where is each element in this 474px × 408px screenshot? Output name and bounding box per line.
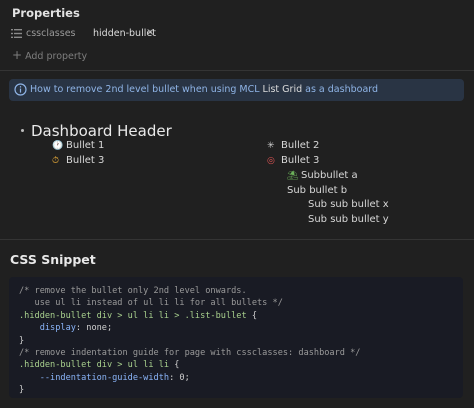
callout-link[interactable]: How to remove 2nd level bullet when usin… [30,84,378,95]
callout-link-text[interactable]: How to remove 2nd level bullet when usin… [30,84,263,95]
stopwatch-emoji-icon: ⏱ [52,156,60,166]
palm-tree-emoji-icon: ⛱ [287,171,299,181]
code-selector: .hidden-bullet div > ul li li [19,360,170,371]
callout-plain-text: List Grid [262,84,303,95]
divider [0,239,474,240]
property-key[interactable]: cssclasses [26,28,76,39]
add-property-button[interactable]: + Add property [12,48,87,62]
section-heading: CSS Snippet [10,252,96,267]
list-item: 🕐 Bullet 1 [52,140,105,151]
callout-link-text-2[interactable]: as a dashboard [302,84,378,95]
list-item: ✳ Bullet 2 [267,140,320,151]
divider [0,70,474,71]
code-property: display [39,323,76,334]
list-item: Sub sub bullet y [308,214,389,225]
code-comment: /* remove the bullet only 2nd level onwa… [19,286,247,296]
dashboard-header: Dashboard Header [31,122,172,140]
code-block[interactable]: /* remove the bullet only 2nd level onwa… [9,277,463,398]
clock-emoji-icon: 🕐 [52,141,64,151]
code-property: --indentation-guide-width [39,372,170,383]
code-comment: use ul li instead of ul li li for all bu… [19,298,283,309]
code-selector: .hidden-bullet div > ul li li > .list-bu… [19,310,247,321]
bullet-dot [21,129,24,132]
list-item: ⏱ Bullet 3 [52,155,105,166]
list-item: Sub bullet b [287,185,348,196]
list-item: ⛱ Subbullet a [287,170,358,181]
code-comment: /* remove indentation guide for page wit… [19,348,361,359]
list-icon [11,29,22,38]
add-property-label: Add property [25,51,88,62]
target-emoji-icon: ◎ [267,156,275,166]
remove-tag-icon[interactable]: × [146,27,154,38]
list-item: Sub sub bullet x [308,199,389,210]
sparkle-emoji-icon: ✳ [267,141,275,151]
list-item: ◎ Bullet 3 [267,155,320,166]
info-icon [14,83,27,96]
properties-title: Properties [12,6,80,20]
plus-icon: + [12,48,23,62]
